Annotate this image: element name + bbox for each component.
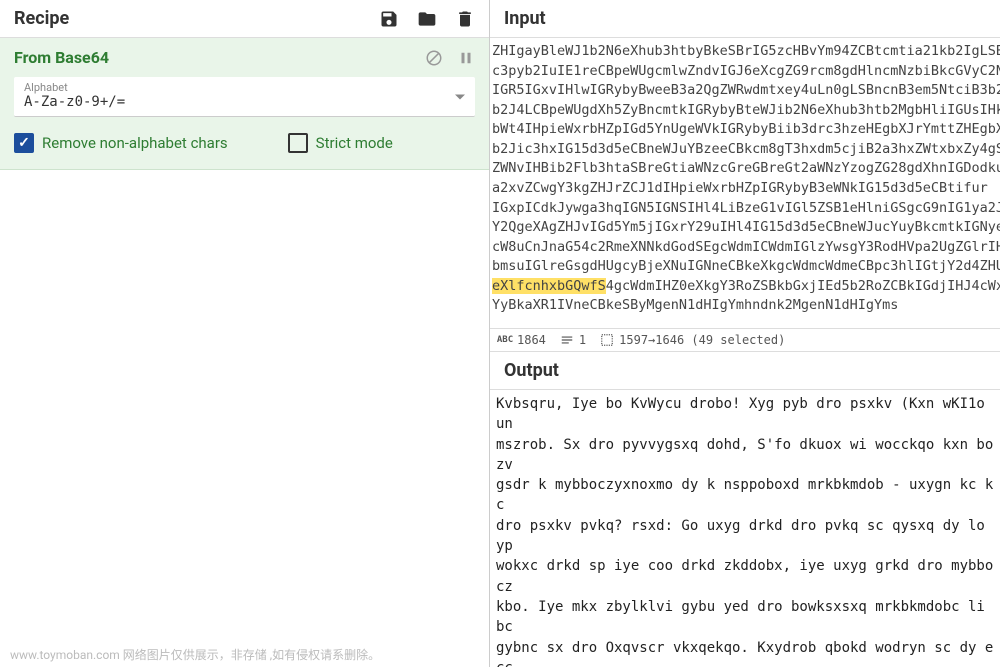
strict-mode-checkbox[interactable]: Strict mode bbox=[288, 133, 393, 153]
input-status-bar: ABC 1864 1 1597→1646 (49 selected) bbox=[490, 328, 1000, 352]
folder-icon[interactable] bbox=[417, 9, 437, 29]
selection-icon bbox=[600, 333, 614, 347]
input-title: Input bbox=[490, 0, 1000, 38]
input-selection: 1597→1646 (49 selected) bbox=[619, 333, 785, 347]
input-textarea[interactable]: ZHIgayBleWJ1b2N6eXhub3htbyBkeSBrIG5zcHBv… bbox=[490, 38, 1000, 328]
recipe-header: Recipe bbox=[0, 0, 489, 38]
output-textarea[interactable]: Kvbsqru, Iye bo KvWycu drobo! Xyg pyb dr… bbox=[490, 390, 1000, 667]
abc-icon: ABC bbox=[498, 333, 512, 347]
lines-icon bbox=[560, 333, 574, 347]
strict-mode-label: Strict mode bbox=[316, 134, 393, 152]
operation-title: From Base64 bbox=[14, 48, 109, 67]
chevron-down-icon bbox=[455, 94, 465, 99]
checkbox-unchecked-icon bbox=[288, 133, 308, 153]
input-char-count: 1864 bbox=[517, 333, 546, 347]
checkbox-checked-icon bbox=[14, 133, 34, 153]
recipe-title: Recipe bbox=[14, 8, 69, 29]
trash-icon[interactable] bbox=[455, 9, 475, 29]
alphabet-label: Alphabet bbox=[24, 81, 465, 94]
alphabet-value: A-Za-z0-9+/= bbox=[24, 94, 125, 110]
alphabet-select[interactable]: Alphabet A-Za-z0-9+/= bbox=[14, 77, 475, 117]
input-line-count: 1 bbox=[579, 333, 586, 347]
remove-nonalpha-label: Remove non-alphabet chars bbox=[42, 134, 228, 152]
pause-icon[interactable] bbox=[457, 49, 475, 67]
watermark-text: www.toymoban.com 网络图片仅供展示，非存储 ,如有侵权请系删除。 bbox=[10, 646, 380, 663]
operation-from-base64: From Base64 Alphabet A-Za-z0-9+/= Remove… bbox=[0, 38, 489, 170]
disable-icon[interactable] bbox=[425, 49, 443, 67]
save-icon[interactable] bbox=[379, 9, 399, 29]
remove-nonalpha-checkbox[interactable]: Remove non-alphabet chars bbox=[14, 133, 228, 153]
output-title: Output bbox=[490, 352, 1000, 390]
